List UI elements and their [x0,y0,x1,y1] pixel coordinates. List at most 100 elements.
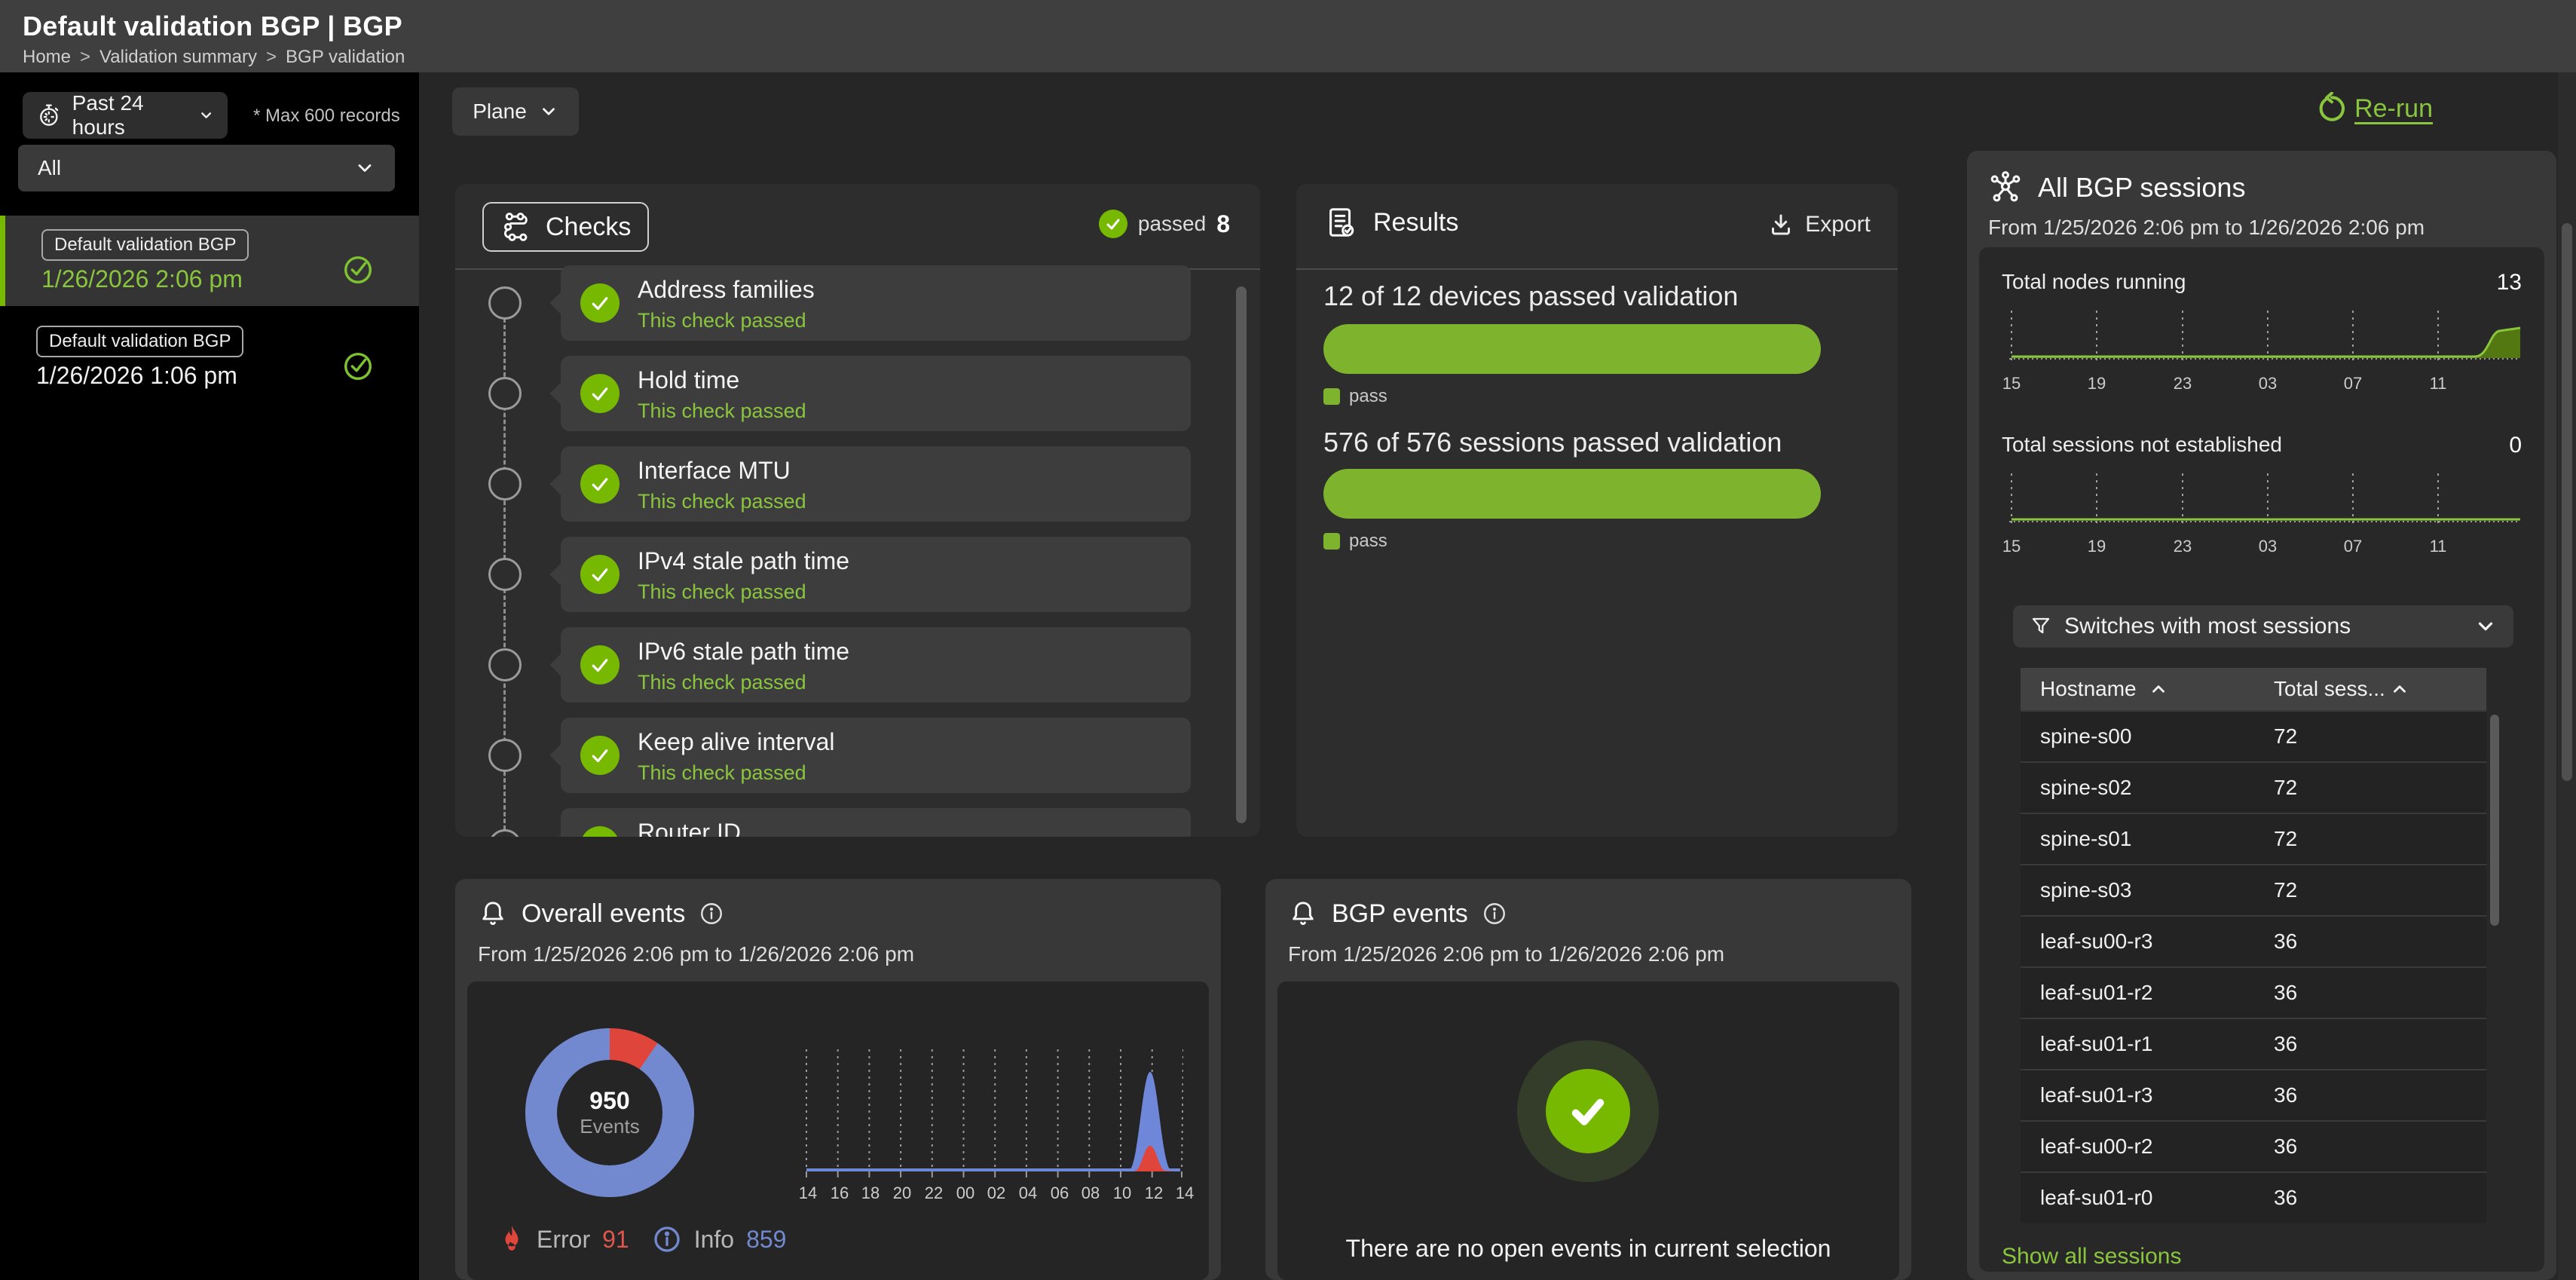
sessions-pass-legend: pass [1323,531,1387,552]
switches-filter-dropdown[interactable]: Switches with most sessions [2013,605,2513,648]
checks-passed-summary: passed 8 [1099,210,1230,238]
check-item[interactable]: Interface MTU This check passed [561,446,1191,522]
rerun-label: Re-run [2354,94,2433,124]
plane-label: Plane [473,100,527,124]
hostname-cell: leaf-su00-r2 [2040,1135,2152,1159]
total-sessions-cell: 36 [2274,1135,2297,1159]
session-list-item-selected[interactable]: Default validation BGP 1/26/2026 2:06 pm [0,216,419,306]
table-row[interactable]: spine-s0372 [2021,864,2486,915]
stopwatch-icon [36,101,62,130]
sort-asc-icon[interactable] [2149,679,2168,699]
sessions-inner-panel: Total nodes running 13 15 19 23 03 07 11… [1979,247,2544,1272]
axis-tick: 12 [1139,1184,1169,1203]
export-button[interactable]: Export [1767,211,1871,238]
axis-tick: 00 [950,1184,981,1203]
check-item[interactable]: Address families This check passed [561,265,1191,341]
error-legend-label: Error [537,1226,590,1254]
checks-card: Checks passed 8 Address families This ch… [455,184,1260,837]
check-item-name: Hold time [638,366,739,394]
check-passed-icon [580,645,620,684]
table-row[interactable]: spine-s0272 [2021,761,2486,813]
hostname-cell: spine-s02 [2040,776,2131,800]
nodes-running-value: 13 [2497,270,2522,296]
events-legend: Error 91 Info 859 [499,1224,786,1254]
donut-total-label: Events [580,1115,640,1138]
table-row[interactable]: spine-s0172 [2021,813,2486,864]
events-histogram [805,1046,1183,1182]
pass-swatch [1323,388,1340,405]
results-header: Results [1323,205,1458,240]
pass-legend-label: pass [1349,531,1387,552]
axis-tick: 23 [2168,537,2198,556]
check-passed-icon [580,374,620,413]
axis-tick: 22 [919,1184,949,1203]
total-sessions-cell: 36 [2274,929,2297,954]
passed-count: 8 [1216,210,1230,238]
axis-tick: 11 [2423,374,2453,393]
breadcrumb-separator: > [266,47,277,68]
devices-passed-heading: 12 of 12 devices passed validation [1323,280,1738,312]
timeline-node [488,377,522,410]
session-list-item[interactable]: Default validation BGP 1/26/2026 1:06 pm [0,312,419,403]
timeline-node [488,286,522,320]
table-row[interactable]: leaf-su00-r3 36 [2021,915,2486,966]
sessions-passed-heading: 576 of 576 sessions passed validation [1323,427,1782,458]
overall-events-panel: 950 Events Error 91 Info 859 [467,981,1209,1280]
hostname-cell: leaf-su01-r1 [2040,1032,2152,1056]
total-sessions-column-header[interactable]: Total sess... [2274,677,2385,701]
check-passed-icon [580,464,620,504]
check-item[interactable]: Router ID This check passed [561,808,1191,837]
axis-tick: 06 [1045,1184,1075,1203]
axis-tick: 14 [1170,1184,1200,1203]
hostname-cell: spine-s00 [2040,724,2131,749]
hostname-cell: leaf-su00-r3 [2040,929,2152,954]
breadcrumb-validation-summary[interactable]: Validation summary [99,47,257,68]
total-sessions-cell: 36 [2274,1186,2297,1210]
session-filter-select[interactable]: All [18,145,395,191]
axis-tick: 20 [887,1184,917,1203]
all-bgp-sessions-header: All BGP sessions [1988,170,2245,205]
table-row[interactable]: leaf-su01-r336 [2021,1069,2486,1120]
chevron-down-icon [539,102,558,121]
hostname-column-header[interactable]: Hostname [2040,677,2137,701]
breadcrumb-home[interactable]: Home [23,47,71,68]
page-scrollbar[interactable] [2558,72,2576,1280]
axis-tick: 08 [1075,1184,1106,1203]
info-icon[interactable] [699,901,724,926]
check-item[interactable]: Keep alive interval This check passed [561,718,1191,793]
table-row[interactable]: leaf-su00-r2 36 [2021,1120,2486,1171]
session-filter-value: All [38,156,61,180]
timeline-node [488,467,522,501]
table-row[interactable]: leaf-su01-r236 [2021,966,2486,1018]
rerun-button[interactable]: Re-run [2315,92,2433,125]
timeframe-dropdown[interactable]: Past 24 hours [23,92,228,139]
show-all-sessions-link[interactable]: Show all sessions [2002,1244,2181,1269]
all-bgp-sessions-title: All BGP sessions [2038,172,2245,204]
info-icon[interactable] [1482,901,1507,926]
total-sessions-cell: 72 [2274,827,2297,851]
check-item-status: This check passed [638,490,806,513]
check-item[interactable]: IPv4 stale path time This check passed [561,537,1191,612]
flame-icon [499,1224,525,1254]
check-item[interactable]: IPv6 stale path time This check passed [561,627,1191,703]
rerun-icon [2315,92,2348,125]
table-row[interactable]: leaf-su01-r036 [2021,1171,2486,1223]
bgp-events-panel: There are no open events in current sele… [1277,981,1899,1280]
plane-dropdown[interactable]: Plane [452,87,579,136]
page-scrollbar-thumb[interactable] [2562,223,2572,781]
check-item-name: Router ID [638,819,741,837]
check-passed-icon [580,736,620,775]
table-row[interactable]: leaf-su01-r136 [2021,1018,2486,1069]
checks-scrollbar[interactable] [1236,286,1247,823]
sessions-time-range: From 1/25/2026 2:06 pm to 1/26/2026 2:06… [1988,216,2425,240]
table-scrollbar[interactable] [2490,715,2499,926]
sort-asc-icon[interactable] [2390,679,2409,699]
pass-swatch [1323,533,1340,550]
check-item-status: This check passed [638,309,806,332]
check-item[interactable]: Hold time This check passed [561,356,1191,431]
axis-tick: 14 [793,1184,823,1203]
check-item-status: This check passed [638,580,806,604]
total-sessions-cell: 72 [2274,724,2297,749]
table-row[interactable]: spine-s00 72 [2021,710,2486,761]
export-label: Export [1805,212,1871,237]
